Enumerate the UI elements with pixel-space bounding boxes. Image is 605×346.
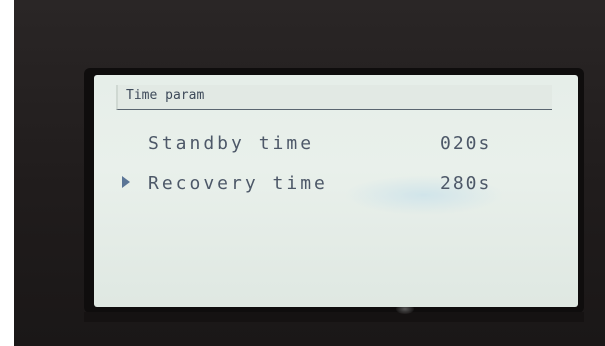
photo-background: Time param Standby time 020s Recovery ti… xyxy=(0,0,605,346)
menu-row-value: 280s xyxy=(440,173,492,194)
menu-row-label: Recovery time xyxy=(148,173,328,194)
menu-row-recovery-time[interactable]: Recovery time 280s xyxy=(94,173,578,201)
menu-row-value: 020s xyxy=(440,133,492,154)
header-bar: Time param xyxy=(116,85,552,110)
menu-row-label: Standby time xyxy=(148,133,315,154)
triangle-right-icon xyxy=(122,176,130,188)
device-bottom-lip xyxy=(84,312,584,322)
lcd-screen: Time param Standby time 020s Recovery ti… xyxy=(94,75,578,307)
page-title: Time param xyxy=(126,88,205,103)
menu-row-standby-time[interactable]: Standby time 020s xyxy=(94,133,578,161)
